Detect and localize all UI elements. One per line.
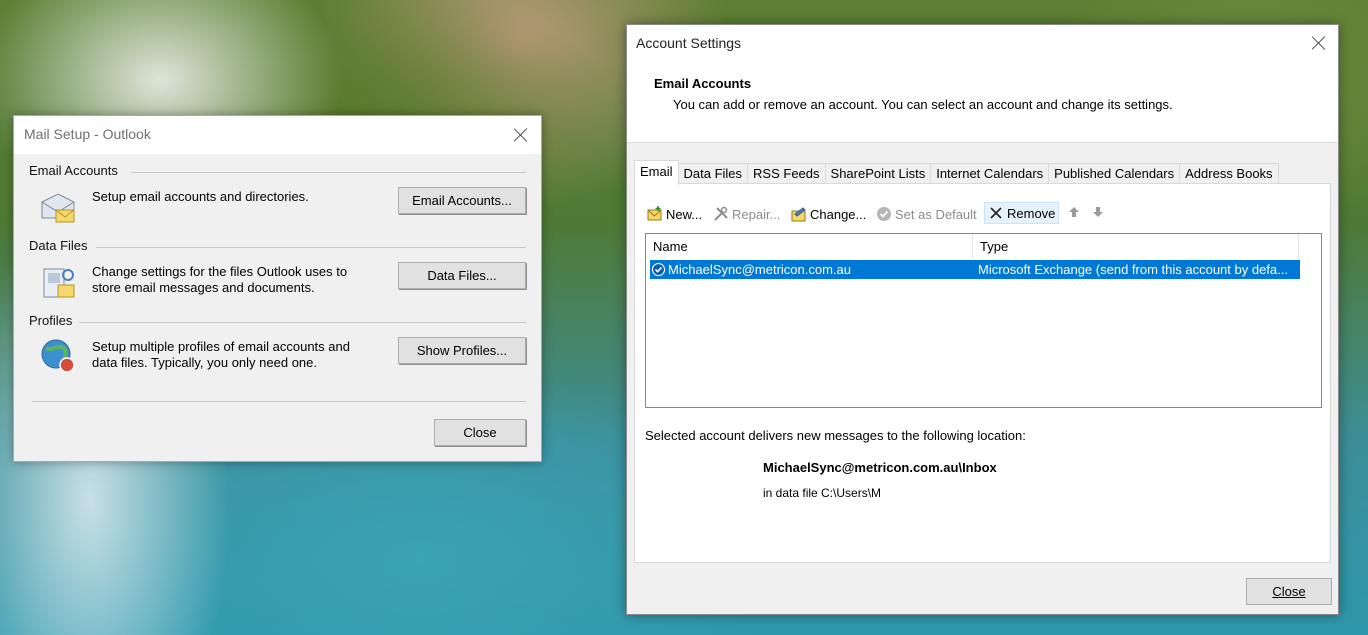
email-accounts-description: Setup email accounts and directories. bbox=[92, 189, 309, 204]
account-settings-header: Account Settings Email Accounts You can … bbox=[627, 25, 1338, 143]
show-profiles-button[interactable]: Show Profiles... bbox=[398, 337, 526, 364]
data-files-button[interactable]: Data Files... bbox=[398, 262, 526, 289]
accounts-list[interactable]: Name Type MichaelSync@metricon.com.au Mi… bbox=[645, 233, 1322, 408]
tab-strip: Email Data Files RSS Feeds SharePoint Li… bbox=[634, 160, 1279, 185]
profiles-description-line1: Setup multiple profiles of email account… bbox=[92, 339, 350, 354]
set-as-default-label: Set as Default bbox=[895, 206, 977, 222]
column-header-type[interactable]: Type bbox=[973, 234, 1299, 258]
mail-setup-titlebar: Mail Setup - Outlook bbox=[14, 116, 541, 154]
divider bbox=[96, 247, 526, 248]
checkmark-circle-icon bbox=[877, 207, 891, 221]
profiles-icon bbox=[41, 339, 75, 373]
account-settings-close-icon[interactable] bbox=[1309, 33, 1329, 53]
delivery-location-label: Selected account delivers new messages t… bbox=[645, 428, 1026, 443]
email-accounts-heading: Email Accounts bbox=[29, 163, 118, 178]
email-accounts-subheading: You can add or remove an account. You ca… bbox=[673, 97, 1173, 112]
move-up-arrow-icon[interactable] bbox=[1068, 206, 1080, 218]
table-row[interactable]: MichaelSync@metricon.com.au Microsoft Ex… bbox=[650, 260, 1300, 279]
tab-data-files[interactable]: Data Files bbox=[677, 163, 749, 184]
repair-tools-icon bbox=[714, 206, 728, 221]
change-label: Change... bbox=[810, 206, 867, 222]
data-files-icon bbox=[43, 268, 75, 298]
remove-button[interactable]: Remove bbox=[984, 202, 1060, 224]
new-mail-icon bbox=[647, 206, 662, 221]
mail-setup-title: Mail Setup - Outlook bbox=[24, 126, 151, 142]
tab-rss-feeds[interactable]: RSS Feeds bbox=[747, 163, 826, 184]
email-accounts-heading: Email Accounts bbox=[654, 76, 752, 91]
account-settings-close-button[interactable]: Close bbox=[1246, 578, 1332, 605]
set-as-default-button[interactable]: Set as Default bbox=[876, 204, 977, 224]
mail-setup-dialog: Mail Setup - Outlook Email Accounts Setu… bbox=[13, 115, 542, 462]
account-settings-title: Account Settings bbox=[636, 35, 742, 51]
email-accounts-button[interactable]: Email Accounts... bbox=[398, 187, 526, 214]
mail-setup-close-icon[interactable] bbox=[511, 125, 531, 145]
move-down-arrow-icon[interactable] bbox=[1092, 206, 1104, 218]
bottom-divider bbox=[32, 401, 526, 402]
tab-email[interactable]: Email bbox=[634, 160, 679, 185]
remove-label: Remove bbox=[1007, 205, 1056, 221]
repair-label: Repair... bbox=[732, 206, 781, 222]
account-type-cell: Microsoft Exchange (send from this accou… bbox=[978, 262, 1288, 277]
data-files-description-line2: store email messages and documents. bbox=[92, 280, 315, 295]
divider bbox=[79, 322, 526, 323]
divider bbox=[131, 172, 526, 173]
mail-setup-close-button[interactable]: Close bbox=[434, 419, 526, 446]
account-settings-dialog: Account Settings Email Accounts You can … bbox=[626, 24, 1339, 615]
remove-x-icon bbox=[990, 207, 1002, 219]
change-button[interactable]: Change... bbox=[791, 204, 866, 224]
email-tab-panel: New... Repair... Change... Set as Defaul… bbox=[634, 183, 1331, 563]
tab-address-books[interactable]: Address Books bbox=[1179, 163, 1279, 184]
delivery-folder-path: MichaelSync@metricon.com.au\Inbox bbox=[763, 460, 997, 475]
repair-button[interactable]: Repair... bbox=[713, 204, 780, 224]
change-settings-icon bbox=[791, 207, 806, 222]
email-accounts-icon bbox=[41, 193, 75, 223]
new-account-button[interactable]: New... bbox=[647, 204, 702, 224]
new-account-label: New... bbox=[666, 206, 703, 222]
profiles-description-line2: data files. Typically, you only need one… bbox=[92, 355, 317, 370]
column-header-name[interactable]: Name bbox=[646, 234, 973, 258]
tab-sharepoint-lists[interactable]: SharePoint Lists bbox=[824, 163, 932, 184]
delivery-data-file: in data file C:\Users\M bbox=[763, 486, 882, 500]
data-files-heading: Data Files bbox=[29, 238, 88, 253]
tab-published-calendars[interactable]: Published Calendars bbox=[1048, 163, 1181, 184]
tab-internet-calendars[interactable]: Internet Calendars bbox=[930, 163, 1050, 184]
data-files-description-line1: Change settings for the files Outlook us… bbox=[92, 264, 348, 279]
default-account-check-icon bbox=[651, 262, 666, 277]
profiles-heading: Profiles bbox=[29, 313, 73, 328]
account-name-cell: MichaelSync@metricon.com.au bbox=[668, 262, 851, 277]
